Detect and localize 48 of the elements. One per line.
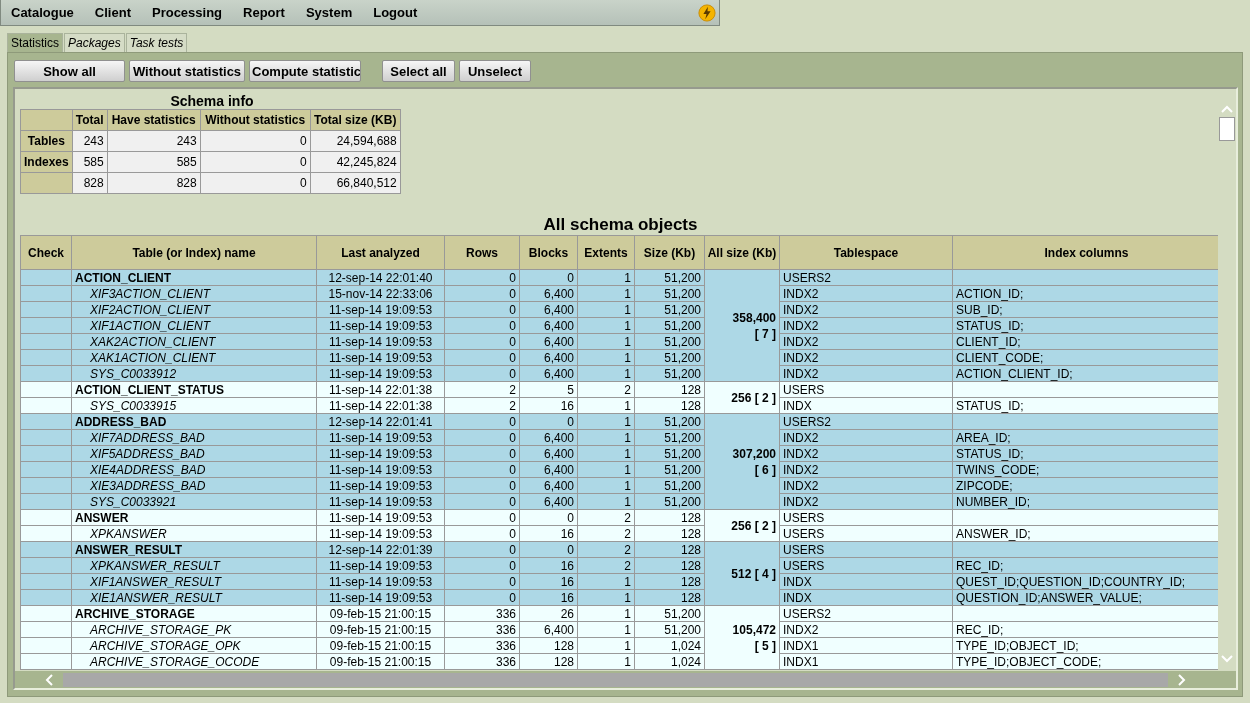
header-cell: Without statistics: [200, 109, 311, 131]
header-cell: [20, 109, 73, 131]
header-cell: Total size (KB): [310, 109, 401, 131]
table-cell: 307,200 [ 6 ]: [704, 413, 780, 510]
scroll-up-icon[interactable]: [1221, 105, 1233, 113]
scroll-down-icon[interactable]: [1221, 655, 1233, 663]
menu-item[interactable]: Processing: [151, 5, 223, 20]
row-header: [20, 172, 73, 194]
section-title: Schema info: [169, 93, 255, 109]
toolbar-button[interactable]: Show all: [14, 60, 125, 82]
table-cell: 105,472 [ 5 ]: [704, 605, 780, 670]
scrollbar-thumb[interactable]: [1219, 117, 1235, 141]
header-cell: Last analyzed: [316, 235, 445, 270]
header-cell: Table (or Index) name: [71, 235, 317, 270]
scroll-right-icon[interactable]: [1178, 673, 1186, 686]
scrollbar-thumb[interactable]: [63, 672, 1168, 687]
header-cell: Index columns: [952, 235, 1218, 270]
header-cell: Rows: [444, 235, 520, 270]
toolbar-button[interactable]: Compute statistic: [249, 60, 361, 82]
tab[interactable]: Statistics: [7, 33, 63, 52]
header-cell: Blocks: [519, 235, 578, 270]
menu-item[interactable]: System: [305, 5, 353, 20]
row-header: Tables: [20, 130, 73, 152]
header-cell: All size (Kb): [704, 235, 780, 270]
menu-item[interactable]: Report: [243, 5, 285, 20]
row-header: Indexes: [20, 151, 73, 173]
table-cell: 256 [ 2 ]: [704, 509, 780, 542]
table-cell: 512 [ 4 ]: [704, 541, 780, 606]
header-cell: Size (Kb): [634, 235, 705, 270]
toolbar-button[interactable]: Without statistics: [129, 60, 245, 82]
header-cell: Check: [20, 235, 72, 270]
menu-item[interactable]: Logout: [373, 5, 418, 20]
menu-item[interactable]: Catalogue: [11, 5, 74, 20]
header-cell: Total: [72, 109, 108, 131]
table-cell: 256 [ 2 ]: [704, 381, 780, 414]
toolbar-button[interactable]: Select all: [382, 60, 455, 82]
tab[interactable]: Packages: [64, 33, 125, 52]
horizontal-scrollbar[interactable]: [15, 671, 1236, 688]
header-cell: Tablespace: [779, 235, 953, 270]
menu-item[interactable]: Client: [94, 5, 131, 20]
scroll-left-icon[interactable]: [45, 673, 53, 686]
toolbar-button[interactable]: Unselect: [459, 60, 531, 82]
header-cell: Have statistics: [107, 109, 201, 131]
section-title: All schema objects: [542, 215, 699, 235]
tab[interactable]: Task tests: [125, 33, 188, 52]
header-cell: Extents: [577, 235, 635, 270]
lightning-icon[interactable]: [698, 4, 716, 22]
table-cell: 358,400 [ 7 ]: [704, 269, 780, 382]
